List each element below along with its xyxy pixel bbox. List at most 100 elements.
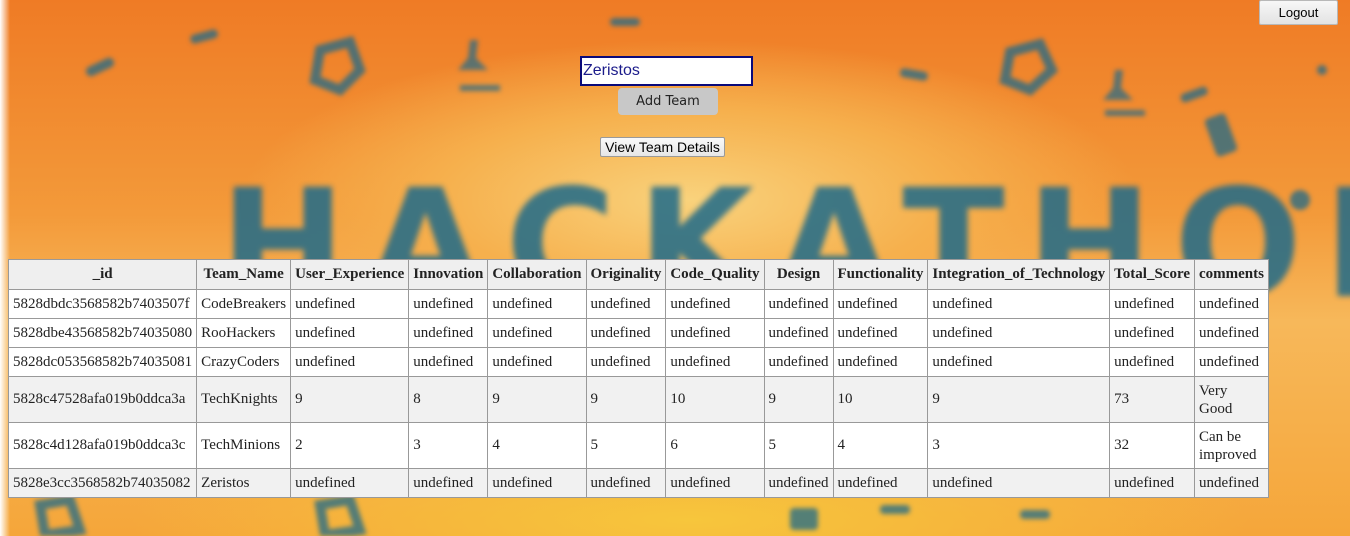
cell-team-name: CodeBreakers [196, 289, 292, 319]
cell-integration: 3 [927, 422, 1111, 469]
cell-user-experience: 9 [290, 376, 410, 423]
cell-comments: Can be improved [1194, 422, 1269, 469]
cell-id: 5828c47528afa019b0ddca3a [8, 376, 198, 423]
cell-id: 5828dbdc3568582b7403507f [8, 289, 198, 319]
wrench-doodle [85, 57, 115, 77]
cell-comments: Very Good [1194, 376, 1269, 423]
table-row: 5828c4d128afa019b0ddca3c TechMinions 2 3… [8, 422, 1269, 469]
cell-team-name: Zeristos [196, 468, 292, 498]
cell-id: 5828c4d128afa019b0ddca3c [8, 422, 198, 469]
cell-total-score: undefined [1109, 347, 1195, 377]
cell-integration: undefined [927, 289, 1111, 319]
cell-user-experience: undefined [290, 347, 410, 377]
usb-doodle [1204, 113, 1238, 157]
cell-total-score: 32 [1109, 422, 1195, 469]
cell-collaboration: undefined [487, 468, 587, 498]
wrench-doodle [899, 68, 928, 81]
add-team-button[interactable]: Add Team [618, 88, 718, 115]
cell-integration: undefined [927, 468, 1111, 498]
cell-collaboration: undefined [487, 289, 587, 319]
cell-comments: undefined [1194, 468, 1269, 498]
cell-functionality: undefined [832, 289, 929, 319]
cell-integration: undefined [927, 347, 1111, 377]
team-scores-table: _id Team_Name User_Experience Innovation… [8, 259, 1269, 498]
dot-doodle [1317, 65, 1327, 75]
cell-code-quality: undefined [665, 289, 765, 319]
cell-team-name: CrazyCoders [196, 347, 292, 377]
cell-innovation: undefined [408, 289, 489, 319]
cell-id: 5828dbe43568582b74035080 [8, 318, 198, 348]
cell-originality: 5 [585, 422, 667, 469]
team-name-input[interactable] [580, 56, 753, 86]
flask-doodle [458, 40, 488, 70]
cell-total-score: undefined [1109, 468, 1195, 498]
cell-functionality: undefined [832, 318, 929, 348]
logout-button[interactable]: Logout [1259, 0, 1338, 25]
wrench-doodle [1020, 510, 1050, 519]
cell-comments: undefined [1194, 318, 1269, 348]
cell-user-experience: 2 [290, 422, 410, 469]
cell-originality: 9 [585, 376, 667, 423]
cell-design: 9 [763, 376, 834, 423]
cell-total-score: undefined [1109, 318, 1195, 348]
cell-design: undefined [763, 468, 834, 498]
view-team-details-button[interactable]: View Team Details [600, 137, 725, 157]
column-header: Code_Quality [665, 259, 765, 290]
cell-total-score: undefined [1109, 289, 1195, 319]
cell-user-experience: undefined [290, 468, 410, 498]
column-header: Design [763, 259, 834, 290]
column-header: Collaboration [487, 259, 587, 290]
cell-integration: 9 [927, 376, 1111, 423]
cell-design: undefined [763, 347, 834, 377]
wrench-doodle [190, 29, 218, 44]
cell-code-quality: 10 [665, 376, 765, 423]
cell-design: undefined [763, 289, 834, 319]
wrench-doodle [880, 505, 910, 514]
column-header: Total_Score [1109, 259, 1195, 290]
cell-code-quality: undefined [665, 347, 765, 377]
cell-comments: undefined [1194, 289, 1269, 319]
cell-comments: undefined [1194, 347, 1269, 377]
cell-originality: undefined [585, 318, 667, 348]
flask-base-doodle [1105, 110, 1145, 116]
cell-team-name: TechMinions [196, 422, 292, 469]
column-header: User_Experience [290, 259, 410, 290]
cell-innovation: 3 [408, 422, 489, 469]
cell-functionality: undefined [832, 468, 929, 498]
cell-user-experience: undefined [290, 318, 410, 348]
cell-collaboration: undefined [487, 347, 587, 377]
cell-code-quality: undefined [665, 468, 765, 498]
cell-originality: undefined [585, 468, 667, 498]
cell-total-score: 73 [1109, 376, 1195, 423]
cell-collaboration: 4 [487, 422, 587, 469]
cell-functionality: 4 [832, 422, 929, 469]
cell-functionality: undefined [832, 347, 929, 377]
cell-design: undefined [763, 318, 834, 348]
cell-code-quality: 6 [665, 422, 765, 469]
cell-user-experience: undefined [290, 289, 410, 319]
team-scores-table-container: _id Team_Name User_Experience Innovation… [8, 259, 1350, 498]
table-row: 5828dbe43568582b74035080 RooHackers unde… [8, 318, 1269, 348]
table-row: 5828c47528afa019b0ddca3a TechKnights 9 8… [8, 376, 1269, 423]
cell-collaboration: undefined [487, 318, 587, 348]
cell-functionality: 10 [832, 376, 929, 423]
column-header: Originality [585, 259, 667, 290]
hex-nut-doodle [34, 494, 87, 536]
hex-nut-doodle [314, 494, 367, 536]
cell-innovation: undefined [408, 468, 489, 498]
flask-base-doodle [460, 85, 500, 91]
usb-doodle [790, 508, 818, 530]
flask-doodle [1103, 70, 1133, 100]
cell-integration: undefined [927, 318, 1111, 348]
column-header: _id [8, 259, 198, 290]
cell-team-name: TechKnights [196, 376, 292, 423]
cell-innovation: undefined [408, 347, 489, 377]
cell-innovation: 8 [408, 376, 489, 423]
cell-originality: undefined [585, 347, 667, 377]
column-header: comments [1194, 259, 1269, 290]
table-row: 5828dbdc3568582b7403507f CodeBreakers un… [8, 289, 1269, 319]
cell-id: 5828e3cc3568582b74035082 [8, 468, 198, 498]
column-header: Team_Name [196, 259, 292, 290]
cell-originality: undefined [585, 289, 667, 319]
cell-team-name: RooHackers [196, 318, 292, 348]
